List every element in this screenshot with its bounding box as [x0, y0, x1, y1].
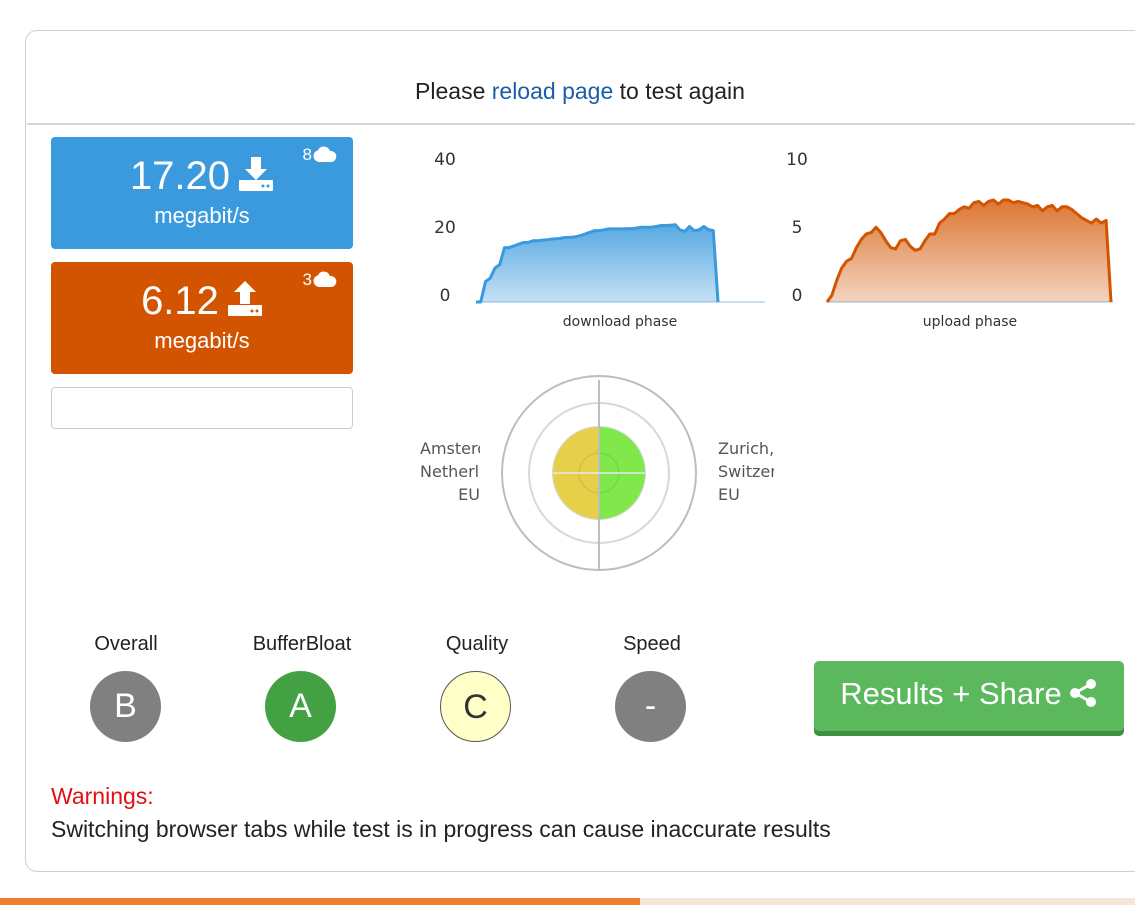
server-right-city: Zurich,: [718, 439, 774, 458]
server-right-country: Switzerland,: [718, 462, 774, 481]
download-phase-chart: 40 20 0 download phase: [434, 150, 765, 330]
download-chart-y-tick: 20: [434, 218, 456, 238]
upload-phase-chart: 10 5 0 upload phase: [786, 150, 1113, 330]
grade-overall: B: [90, 671, 161, 742]
download-chart-y-tick: 0: [440, 286, 451, 306]
warnings-title: Warnings:: [51, 783, 154, 809]
grade-quality: C: [440, 671, 511, 742]
server-right: Zurich, Switzerland, EU: [718, 437, 774, 506]
grade-label-overall: Overall: [94, 633, 158, 655]
grade-label-speed: Speed: [623, 633, 681, 655]
upload-chart-y-tick: 5: [792, 218, 803, 238]
phase-charts: 40 20 0 download phase 10 5 0 upload phase: [434, 150, 1113, 330]
upload-chart-y-tick: 0: [792, 286, 803, 306]
warnings-text: Switching browser tabs while test is in …: [51, 816, 831, 842]
download-chart-x-label: download phase: [563, 314, 677, 330]
latency-radar: [501, 375, 697, 571]
server-left-city: Amsterdam,: [420, 439, 480, 458]
grade-label-quality: Quality: [445, 633, 509, 655]
info-box: [51, 387, 353, 429]
results-share-label: Results + Share: [840, 676, 1062, 711]
download-chart-area: [476, 224, 718, 302]
share-icon: [1069, 679, 1096, 707]
grade-label-bufferbloat: BufferBloat: [252, 633, 352, 655]
upload-chart-area: [827, 200, 1111, 302]
server-right-region: EU: [718, 485, 740, 504]
server-left-region: EU: [458, 485, 480, 504]
footer-bar: [0, 898, 1135, 905]
upload-chart-y-tick: 10: [786, 150, 808, 170]
upload-chart-x-label: upload phase: [923, 314, 1017, 330]
results-share-button[interactable]: Results + Share: [814, 661, 1124, 731]
grade-bufferbloat: A: [265, 671, 336, 742]
footer-decoration: [640, 898, 1135, 905]
grade-speed: -: [615, 671, 686, 742]
server-left: Amsterdam, Netherlands, EU: [420, 437, 480, 506]
download-chart-y-tick: 40: [434, 150, 456, 170]
server-left-country: Netherlands,: [420, 462, 480, 481]
